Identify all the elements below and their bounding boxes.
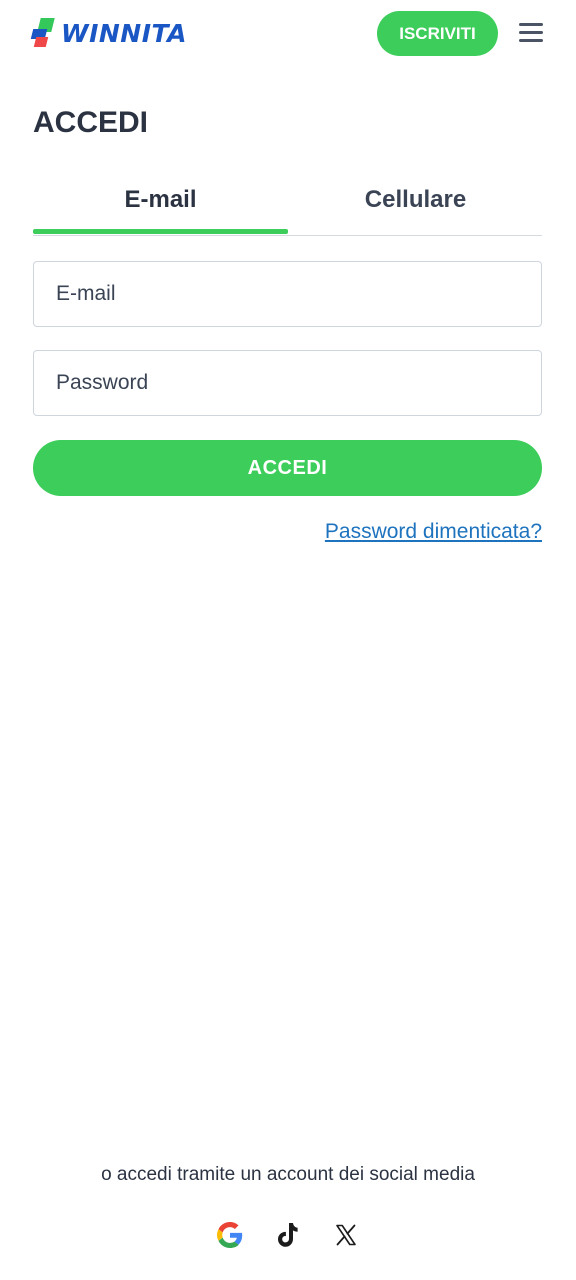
password-field[interactable]: [33, 350, 542, 416]
email-field[interactable]: [33, 261, 542, 327]
login-tabs: E-mail Cellulare: [33, 180, 542, 236]
signup-button[interactable]: ISCRIVITI: [377, 11, 498, 56]
hamburger-menu-icon[interactable]: [518, 21, 544, 45]
tab-email[interactable]: E-mail: [33, 180, 288, 236]
logo-text: WINNITA: [61, 18, 187, 48]
social-login-row: [0, 1220, 576, 1250]
logo[interactable]: WINNITA: [30, 18, 187, 48]
social-login-text: o accedi tramite un account dei social m…: [101, 1164, 475, 1185]
tiktok-icon[interactable]: [274, 1220, 302, 1250]
tab-phone[interactable]: Cellulare: [288, 180, 543, 236]
google-icon[interactable]: [216, 1220, 244, 1250]
active-tab-indicator: [33, 229, 288, 234]
logo-mark-icon: [30, 18, 55, 48]
login-button[interactable]: ACCEDI: [33, 440, 542, 496]
forgot-password-link[interactable]: Password dimenticata?: [325, 520, 542, 544]
x-icon[interactable]: [332, 1220, 360, 1250]
header: WINNITA ISCRIVITI: [0, 0, 576, 68]
page-title: ACCEDI: [33, 106, 149, 139]
